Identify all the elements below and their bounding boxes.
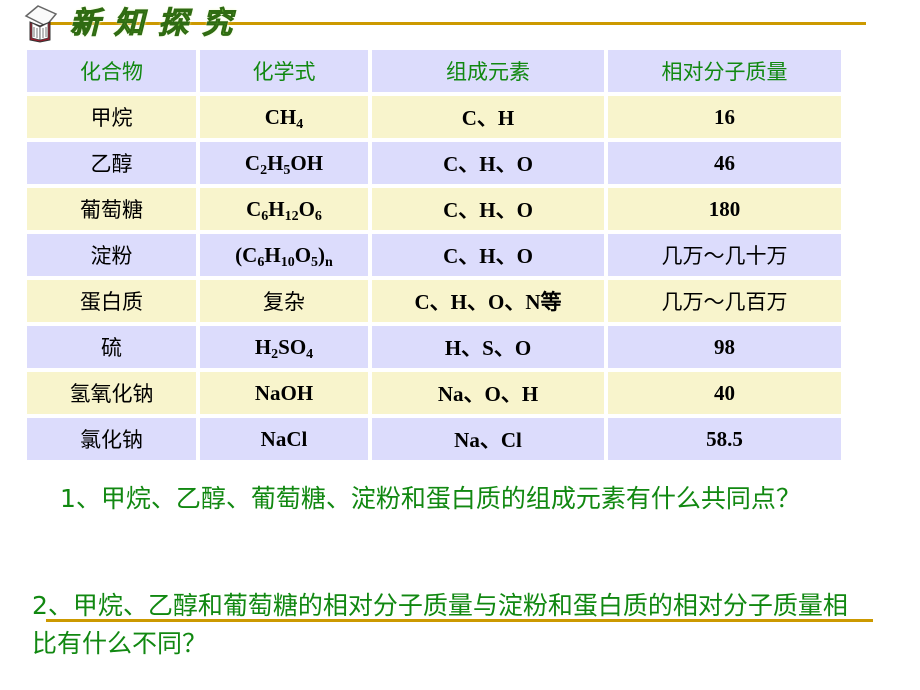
formula-part: CH [264, 104, 297, 129]
cell-formula: NaOH [200, 372, 368, 414]
table-row: 葡萄糖 C6H12O6 C、H、O 180 [27, 188, 841, 230]
table-row: 氢氧化钠 NaOH Na、O、H 40 [27, 372, 841, 414]
formula-part: C [246, 196, 262, 221]
column-header-elements: 组成元素 [372, 50, 604, 92]
cell-molecular-mass: 几万～几十万 [608, 234, 841, 276]
formula-part: O [298, 196, 315, 221]
cell-elements: C、H、O、N等 [372, 280, 604, 322]
formula-part: NaOH [254, 380, 314, 405]
cell-compound: 硫 [27, 326, 196, 368]
cell-elements: C、H、O [372, 142, 604, 184]
cell-molecular-mass: 几万～几百万 [608, 280, 841, 322]
cell-elements: Na、Cl [372, 418, 604, 460]
cell-molecular-mass: 40 [608, 372, 841, 414]
table-row: 乙醇 C2H5OH C、H、O 46 [27, 142, 841, 184]
cell-formula: CH4 [200, 96, 368, 138]
question-2: 2、甲烷、乙醇和葡萄糖的相对分子质量与淀粉和蛋白质的相对分子质量相比有什么不同？ [32, 591, 848, 658]
formula-subscript: 5 [311, 254, 319, 270]
cell-compound: 葡萄糖 [27, 188, 196, 230]
compound-table: 化合物 化学式 组成元素 相对分子质量 甲烷 CH4 C、H 16 乙醇 C2H5OH C、… [23, 46, 845, 464]
formula-part: H [264, 242, 281, 267]
cell-compound: 氢氧化钠 [27, 372, 196, 414]
cell-elements: Na、O、H [372, 372, 604, 414]
formula-part: C [244, 150, 261, 175]
formula-subscript: n [325, 254, 333, 270]
formula-part: H [254, 334, 272, 359]
table-row: 蛋白质 复杂 C、H、O、N等 几万～几百万 [27, 280, 841, 322]
cell-elements: C、H、O [372, 234, 604, 276]
cell-formula: 复杂 [200, 280, 368, 322]
table-row: 氯化钠 NaCl Na、Cl 58.5 [27, 418, 841, 460]
table-row: 硫 H2SO4 H、S、O 98 [27, 326, 841, 368]
section-title: 新 知 探 究 [70, 4, 233, 44]
column-header-formula: 化学式 [200, 50, 368, 92]
cell-elements: C、H [372, 96, 604, 138]
formula-subscript: 4 [296, 116, 304, 132]
formula-part: (C [235, 242, 258, 267]
cell-formula: C2H5OH [200, 142, 368, 184]
question-1: 1、甲烷、乙醇、葡萄糖、淀粉和蛋白质的组成元素有什么共同点？ [60, 484, 801, 513]
formula-part: 复杂 [263, 290, 305, 314]
cell-compound: 甲烷 [27, 96, 196, 138]
cell-elements: C、H、O [372, 188, 604, 230]
cell-elements: H、S、O [372, 326, 604, 368]
cell-compound: 乙醇 [27, 142, 196, 184]
open-book-icon [24, 5, 58, 43]
formula-subscript: 12 [284, 208, 299, 224]
formula-subscript: 4 [306, 346, 314, 362]
cell-compound: 氯化钠 [27, 418, 196, 460]
cell-compound: 蛋白质 [27, 280, 196, 322]
cell-formula: H2SO4 [200, 326, 368, 368]
cell-compound: 淀粉 [27, 234, 196, 276]
formula-part: NaCl [260, 426, 308, 451]
formula-part: OH [290, 150, 324, 175]
cell-molecular-mass: 98 [608, 326, 841, 368]
title-char: 探 [158, 6, 189, 42]
table-row: 甲烷 CH4 C、H 16 [27, 96, 841, 138]
formula-subscript: 10 [280, 254, 295, 270]
title-char: 知 [114, 6, 145, 42]
table-row: 淀粉 (C6H10O5)n C、H、O 几万～几十万 [27, 234, 841, 276]
cell-molecular-mass: 46 [608, 142, 841, 184]
cell-formula: (C6H10O5)n [200, 234, 368, 276]
formula-part: H [268, 196, 285, 221]
column-header-compound: 化合物 [27, 50, 196, 92]
formula-part: H [267, 150, 284, 175]
cell-formula: C6H12O6 [200, 188, 368, 230]
cell-molecular-mass: 58.5 [608, 418, 841, 460]
title-char: 新 [70, 6, 101, 42]
formula-part: SO [278, 334, 307, 359]
cell-formula: NaCl [200, 418, 368, 460]
cell-molecular-mass: 180 [608, 188, 841, 230]
table-header-row: 化合物 化学式 组成元素 相对分子质量 [27, 50, 841, 92]
title-char: 究 [202, 6, 233, 42]
cell-molecular-mass: 16 [608, 96, 841, 138]
formula-subscript: 6 [314, 208, 322, 224]
formula-part: ) [318, 242, 326, 267]
column-header-molecular-mass: 相对分子质量 [608, 50, 841, 92]
formula-part: O [294, 242, 312, 267]
